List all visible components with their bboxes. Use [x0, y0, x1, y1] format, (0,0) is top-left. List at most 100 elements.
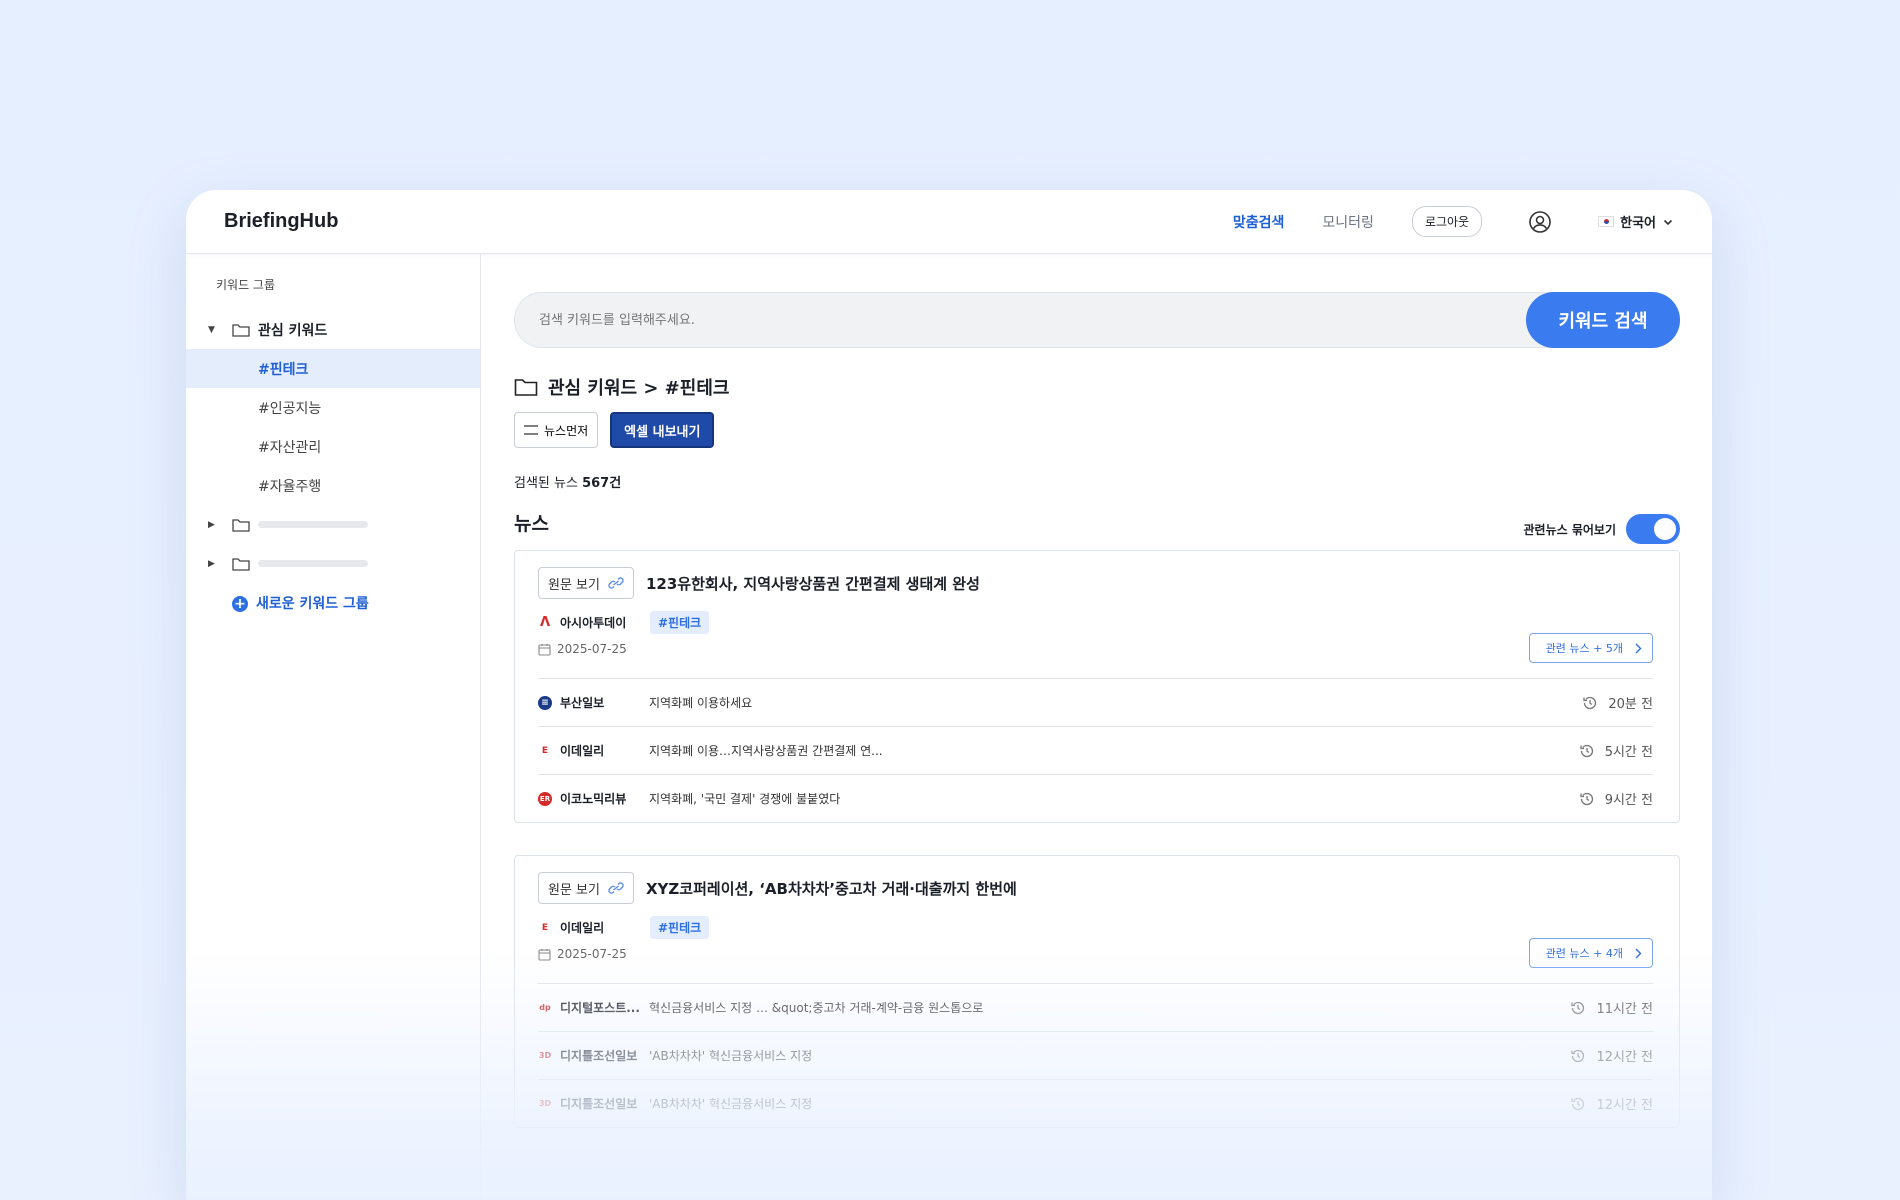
related-source: 부산일보 — [560, 696, 605, 710]
digital-chosun-logo-icon: 3D — [538, 1051, 552, 1060]
news-date-row: 2025-07-25 — [538, 642, 1653, 656]
new-keyword-group-button[interactable]: + 새로운 키워드 그룹 — [186, 583, 480, 622]
sidebar-keyword-asset-management[interactable]: #자산관리 — [186, 427, 480, 466]
related-title: 'AB차차차' 혁신금융서비스 지정 — [649, 1049, 813, 1063]
sort-news-first-button[interactable]: 뉴스먼저 — [514, 412, 599, 448]
group-related-label: 관련뉴스 묶어보기 — [1523, 522, 1617, 537]
related-time: 12시간 전 — [1596, 1050, 1653, 1065]
menu-icon — [524, 425, 538, 435]
related-news-list: dp 디지털포스트... 혁신금융서비스 지정 … &quot;중고차 거래-계… — [515, 983, 1679, 1127]
digital-chosun-logo-icon: 3D — [538, 1099, 552, 1108]
result-count: 검색된 뉴스 567건 — [514, 472, 1680, 491]
breadcrumb: 관심 키워드 > #핀테크 — [514, 374, 1680, 400]
related-time-wrapper: 5시간 전 — [1579, 741, 1653, 760]
caret-right-icon[interactable]: ▶ — [208, 559, 222, 569]
folder-icon — [232, 323, 250, 337]
folder-icon — [514, 379, 538, 396]
related-news-button[interactable]: 관련 뉴스 + 5개 — [1528, 633, 1653, 663]
related-news-item[interactable]: 3D 디지틀조선일보 'AB차차차' 혁신금융서비스 지정 12시간 전 — [538, 1079, 1653, 1127]
related-source: 이코노믹리뷰 — [560, 792, 627, 806]
history-icon — [1580, 792, 1593, 805]
korea-flag-icon — [1598, 216, 1615, 227]
news-date: 2025-07-25 — [557, 642, 627, 656]
new-group-label: 새로운 키워드 그룹 — [256, 595, 369, 612]
breadcrumb-text: 관심 키워드 > #핀테크 — [548, 378, 730, 399]
link-icon — [608, 577, 624, 589]
asiatoday-logo-icon: Λ — [539, 615, 551, 630]
related-title: 'AB차차차' 혁신금융서비스 지정 — [649, 1097, 813, 1111]
sidebar-keyword-ai[interactable]: #인공지능 — [186, 388, 480, 427]
nav-monitoring[interactable]: 모니터링 — [1322, 212, 1374, 232]
related-title: 지역화폐 이용…지역사랑상품권 간편결제 연... — [649, 744, 883, 758]
edaily-logo-icon: E — [541, 745, 549, 756]
news-card: 원문 보기 XYZ코퍼레이션, ‘AB차차차’중고차 거래·대출까지 한번에 E… — [514, 855, 1680, 1128]
news-card-header: 원문 보기 XYZ코퍼레이션, ‘AB차차차’중고차 거래·대출까지 한번에 E… — [515, 856, 1679, 983]
news-title-row: 원문 보기 123유한회사, 지역사랑상품권 간편결제 생태계 완성 — [538, 567, 1653, 599]
related-title: 지역화폐 이용하세요 — [649, 696, 753, 710]
language-selector[interactable]: 한국어 — [1598, 212, 1674, 231]
top-navigation-bar: BriefingHub 맞춤검색 모니터링 로그아웃 한국어 — [186, 190, 1712, 254]
related-time-wrapper: 20분 전 — [1582, 693, 1653, 712]
news-date-row: 2025-07-25 — [538, 947, 1653, 961]
sidebar-keyword-label: #자율주행 — [258, 478, 322, 495]
related-news-item[interactable]: E 이데일리 지역화폐 이용…지역사랑상품권 간편결제 연... 5시간 전 — [538, 726, 1653, 774]
news-headline[interactable]: XYZ코퍼레이션, ‘AB차차차’중고차 거래·대출까지 한번에 — [646, 878, 1017, 899]
collapsed-group-row[interactable]: ▶ — [186, 505, 480, 544]
view-original-button[interactable]: 원문 보기 — [538, 872, 634, 904]
news-headline[interactable]: 123유한회사, 지역사랑상품권 간편결제 생태계 완성 — [646, 573, 980, 594]
calendar-icon — [538, 948, 551, 961]
news-title-row: 원문 보기 XYZ코퍼레이션, ‘AB차차차’중고차 거래·대출까지 한번에 — [538, 872, 1653, 904]
keyword-tag: #핀테크 — [650, 611, 710, 634]
edaily-logo-icon: E — [541, 922, 549, 933]
result-count-prefix: 검색된 뉴스 — [514, 476, 583, 491]
user-profile-icon[interactable] — [1528, 210, 1552, 234]
related-time: 20분 전 — [1608, 697, 1653, 712]
related-time-wrapper: 12시간 전 — [1570, 1094, 1653, 1113]
view-original-button[interactable]: 원문 보기 — [538, 567, 634, 599]
sidebar-keyword-fintech[interactable]: #핀테크 — [186, 349, 480, 388]
logout-button[interactable]: 로그아웃 — [1411, 206, 1483, 237]
related-news-item[interactable]: 3D 디지틀조선일보 'AB차차차' 혁신금융서비스 지정 12시간 전 — [538, 1031, 1653, 1079]
chevron-down-icon — [1663, 219, 1673, 225]
keyword-search-button[interactable]: 키워드 검색 — [1526, 292, 1680, 348]
sidebar-keyword-label: #핀테크 — [258, 361, 309, 378]
chevron-right-icon — [1635, 643, 1642, 653]
search-input[interactable] — [515, 312, 1679, 328]
busan-ilbo-logo-icon: ≡ — [538, 695, 552, 710]
view-original-label: 원문 보기 — [548, 882, 600, 898]
related-news-label: 관련 뉴스 + 4개 — [1545, 947, 1623, 960]
related-news-item[interactable]: ER 이코노믹리뷰 지역화폐, '국민 결제' 경쟁에 불붙였다 9시간 전 — [538, 774, 1653, 822]
keyword-group-sidebar: 키워드 그룹 ▼ 관심 키워드 #핀테크 #인공지능 #자산관리 #자율주행 ▶… — [186, 254, 481, 1200]
related-time-wrapper: 12시간 전 — [1570, 1046, 1653, 1065]
caret-down-icon[interactable]: ▼ — [208, 325, 222, 335]
related-time: 9시간 전 — [1604, 793, 1653, 808]
sidebar-keyword-autonomous-driving[interactable]: #자율주행 — [186, 466, 480, 505]
related-time: 11시간 전 — [1596, 1002, 1653, 1017]
related-source: 디지틀조선일보 — [560, 1049, 638, 1063]
app-window: BriefingHub 맞춤검색 모니터링 로그아웃 한국어 키워드 그룹 ▼ … — [186, 190, 1712, 1200]
related-time-wrapper: 9시간 전 — [1579, 789, 1653, 808]
related-news-item[interactable]: ≡ 부산일보 지역화폐 이용하세요 20분 전 — [538, 678, 1653, 726]
related-source: 디지틀조선일보 — [560, 1097, 638, 1111]
related-news-button[interactable]: 관련 뉴스 + 4개 — [1528, 938, 1653, 968]
keyword-group-name: 관심 키워드 — [258, 322, 328, 339]
related-source: 디지털포스트... — [560, 1001, 640, 1015]
news-source: 아시아투데이 — [560, 616, 627, 630]
related-time-wrapper: 11시간 전 — [1570, 998, 1653, 1017]
main-content: 키워드 검색 관심 키워드 > #핀테크 뉴스먼저 엑셀 내보내기 검색된 뉴스… — [514, 254, 1680, 1200]
keyword-group-row[interactable]: ▼ 관심 키워드 — [186, 310, 480, 349]
app-logo[interactable]: BriefingHub — [224, 210, 338, 233]
group-related-toggle[interactable] — [1626, 514, 1680, 544]
related-source: 이데일리 — [560, 744, 605, 758]
digitalpost-logo-icon: dp — [539, 1003, 551, 1012]
export-excel-button[interactable]: 엑셀 내보내기 — [610, 412, 715, 448]
related-news-item[interactable]: dp 디지털포스트... 혁신금융서비스 지정 … &quot;중고차 거래-계… — [538, 983, 1653, 1031]
link-icon — [608, 882, 624, 894]
group-related-toggle-wrapper: 관련뉴스 묶어보기 — [1523, 514, 1680, 544]
related-time: 5시간 전 — [1604, 745, 1653, 760]
collapsed-group-row[interactable]: ▶ — [186, 544, 480, 583]
new-group-wrapper: + 새로운 키워드 그룹 — [186, 593, 369, 613]
nav-custom-search[interactable]: 맞춤검색 — [1233, 212, 1285, 232]
folder-icon — [232, 557, 250, 571]
caret-right-icon[interactable]: ▶ — [208, 520, 222, 530]
